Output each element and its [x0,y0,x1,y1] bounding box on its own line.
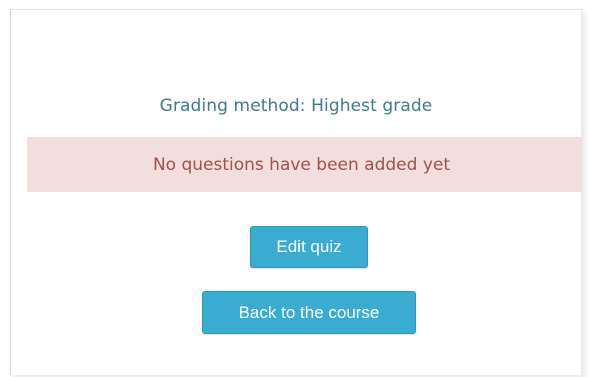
quiz-info-panel: Grading method: Highest grade No questio… [10,9,582,375]
back-to-course-button[interactable]: Back to the course [202,291,416,334]
page: Grading method: Highest grade No questio… [0,0,592,377]
edit-quiz-button[interactable]: Edit quiz [250,226,368,268]
grading-method-text: Grading method: Highest grade [159,96,433,116]
no-questions-alert: No questions have been added yet [27,137,582,192]
alert-message: No questions have been added yet [152,154,451,175]
